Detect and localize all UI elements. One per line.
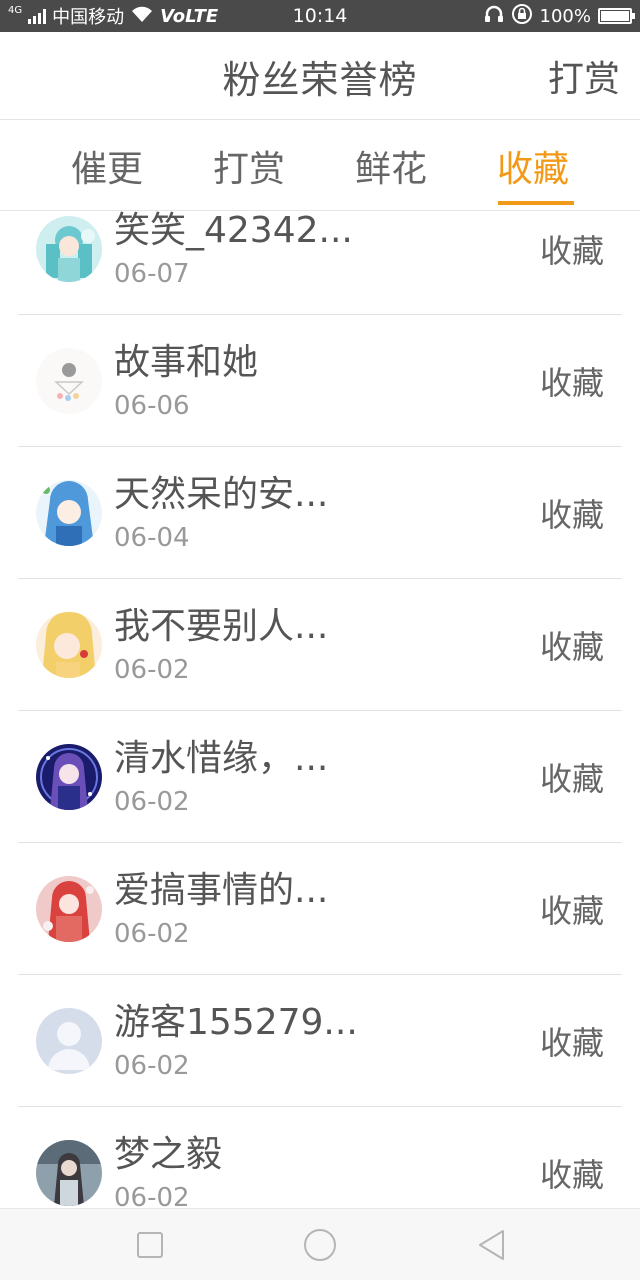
fan-name: 笑笑_42342... bbox=[114, 211, 353, 251]
battery-percent: 100% bbox=[539, 5, 591, 27]
favorite-label: 收藏 bbox=[539, 1156, 604, 1194]
avatar[interactable] bbox=[36, 216, 102, 282]
home-icon[interactable] bbox=[280, 1209, 360, 1280]
fan-date: 06-07 bbox=[114, 259, 190, 289]
tab-label: 打赏 bbox=[212, 149, 285, 190]
reward-button[interactable]: 打赏 bbox=[548, 32, 620, 120]
app-header: 粉丝荣誉榜 打赏 bbox=[0, 32, 640, 120]
headphone-icon bbox=[484, 5, 504, 28]
favorite-label: 收藏 bbox=[539, 496, 604, 534]
avatar[interactable] bbox=[36, 1140, 102, 1206]
fan-name: 清水惜缘，... bbox=[114, 738, 329, 779]
fan-date: 06-02 bbox=[114, 655, 190, 685]
page-title: 粉丝荣誉榜 bbox=[222, 57, 418, 102]
fan-date: 06-02 bbox=[114, 1183, 190, 1208]
avatar[interactable] bbox=[36, 744, 102, 810]
tab-reward[interactable]: 打赏 bbox=[178, 121, 320, 211]
active-tab-indicator bbox=[498, 201, 574, 205]
list-item[interactable]: 爱搞事情的... 06-02 收藏 bbox=[18, 843, 622, 975]
fan-date: 06-02 bbox=[114, 787, 190, 817]
list-item[interactable]: 故事和她 06-06 收藏 bbox=[18, 315, 622, 447]
avatar[interactable] bbox=[36, 348, 102, 414]
recent-apps-icon[interactable] bbox=[110, 1209, 190, 1280]
tab-flowers[interactable]: 鲜花 bbox=[320, 121, 462, 211]
list-item[interactable]: 笑笑_42342... 06-07 收藏 bbox=[18, 211, 622, 315]
tab-bar: 催更 打赏 鲜花 收藏 bbox=[0, 121, 640, 211]
back-icon[interactable] bbox=[452, 1209, 532, 1280]
fan-date: 06-04 bbox=[114, 523, 190, 553]
tab-label: 收藏 bbox=[496, 149, 569, 190]
avatar[interactable] bbox=[36, 612, 102, 678]
fan-date: 06-02 bbox=[114, 1051, 190, 1081]
battery-icon bbox=[598, 8, 635, 24]
tab-urge[interactable]: 催更 bbox=[36, 121, 178, 211]
fan-name: 梦之毅 bbox=[114, 1134, 223, 1175]
favorite-label: 收藏 bbox=[539, 232, 604, 270]
avatar[interactable] bbox=[36, 480, 102, 546]
fan-date: 06-06 bbox=[114, 391, 190, 421]
list-item[interactable]: 游客155279... 06-02 收藏 bbox=[18, 975, 622, 1107]
rotation-lock-icon bbox=[511, 3, 533, 30]
tab-label: 催更 bbox=[70, 149, 143, 190]
status-bar: 4G 中国移动 VoLTE 10:14 100% bbox=[0, 0, 640, 32]
favorite-label: 收藏 bbox=[539, 1024, 604, 1062]
favorite-label: 收藏 bbox=[539, 628, 604, 666]
tab-favorites[interactable]: 收藏 bbox=[462, 121, 604, 211]
fan-name: 爱搞事情的... bbox=[114, 870, 329, 911]
list-item[interactable]: 清水惜缘，... 06-02 收藏 bbox=[18, 711, 622, 843]
avatar[interactable] bbox=[36, 1008, 102, 1074]
system-nav-bar bbox=[0, 1208, 640, 1280]
fan-list[interactable]: 笑笑_42342... 06-07 收藏 故事和她 06-06 收藏 天然呆的安… bbox=[0, 211, 640, 1208]
fan-name: 故事和她 bbox=[114, 342, 259, 383]
status-right: 100% bbox=[484, 0, 635, 32]
tab-label: 鲜花 bbox=[354, 149, 427, 190]
list-item[interactable]: 梦之毅 06-02 收藏 bbox=[18, 1107, 622, 1208]
list-item[interactable]: 我不要别人... 06-02 收藏 bbox=[18, 579, 622, 711]
fan-name: 我不要别人... bbox=[114, 606, 329, 647]
favorite-label: 收藏 bbox=[539, 760, 604, 798]
list-item[interactable]: 天然呆的安... 06-04 收藏 bbox=[18, 447, 622, 579]
favorite-label: 收藏 bbox=[539, 892, 604, 930]
avatar[interactable] bbox=[36, 876, 102, 942]
favorite-label: 收藏 bbox=[539, 364, 604, 402]
fan-name: 天然呆的安... bbox=[114, 474, 329, 515]
fan-name: 游客155279... bbox=[114, 1002, 358, 1043]
fan-date: 06-02 bbox=[114, 919, 190, 949]
